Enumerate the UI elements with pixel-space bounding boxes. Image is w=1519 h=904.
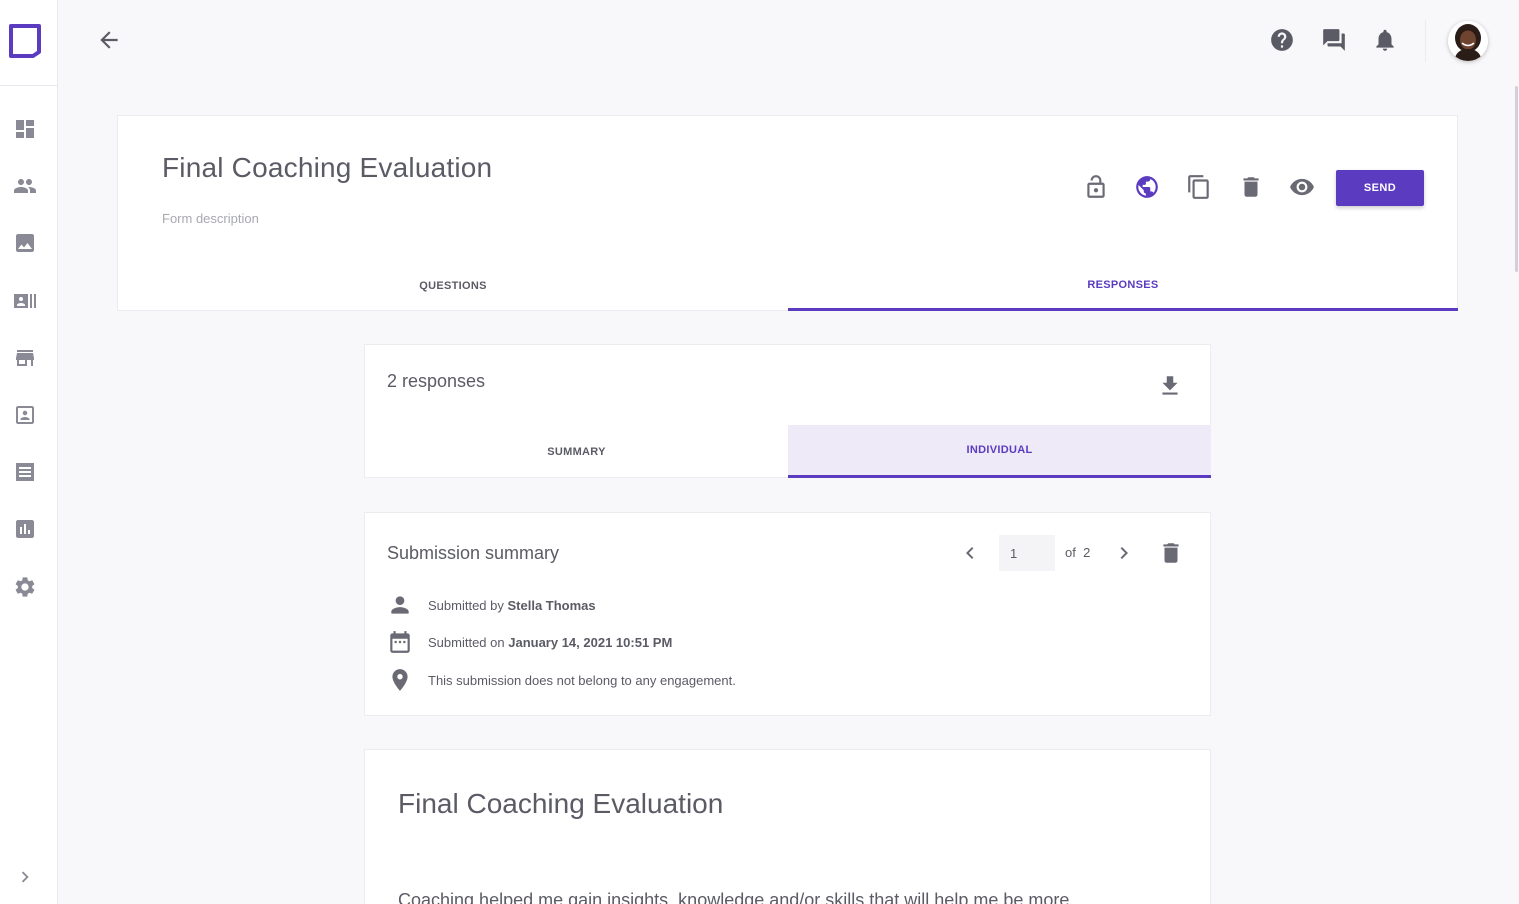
page-scrollbar[interactable] <box>1515 86 1518 272</box>
sidebar-item-reports[interactable] <box>12 516 38 542</box>
submitted-by-row: Submitted by Stella Thomas <box>387 592 596 618</box>
forum-icon <box>1323 29 1345 51</box>
bar-chart-icon <box>16 520 34 538</box>
help-button[interactable] <box>1269 27 1295 53</box>
chevron-right-icon <box>21 871 29 883</box>
portrait-icon <box>16 406 34 424</box>
lock-open-icon <box>1087 175 1105 198</box>
person-icon <box>391 596 409 614</box>
sidebar-item-people[interactable] <box>12 173 38 199</box>
engagement-row: This submission does not belong to any e… <box>387 667 736 693</box>
app-logo[interactable] <box>0 0 57 86</box>
submitted-on-text: Submitted on January 14, 2021 10:51 PM <box>428 635 672 650</box>
sidebar-item-store[interactable] <box>12 345 38 371</box>
tab-summary[interactable]: SUMMARY <box>365 425 788 478</box>
question-text: Coaching helped me gain insights, knowle… <box>398 890 1070 904</box>
sidebar-item-profiles[interactable] <box>12 402 38 428</box>
help-icon <box>1271 29 1293 51</box>
submitter-name: Stella Thomas <box>507 597 596 613</box>
public-button[interactable] <box>1134 174 1160 200</box>
chevron-left-icon <box>966 547 974 559</box>
submission-summary-title: Submission summary <box>387 543 560 563</box>
trash-icon <box>1243 177 1259 197</box>
responses-card: 2 responses SUMMARY INDIVIDUAL <box>364 344 1211 478</box>
previous-response-button[interactable] <box>958 541 982 565</box>
preview-button[interactable] <box>1289 174 1315 200</box>
form-title[interactable]: Final Coaching Evaluation <box>162 152 492 184</box>
chevron-right-icon <box>1120 547 1128 559</box>
preview-form-title: Final Coaching Evaluation <box>398 788 724 819</box>
submitted-by-prefix: Submitted by <box>428 597 504 613</box>
lock-button[interactable] <box>1083 174 1109 200</box>
contact-card-icon <box>14 294 36 308</box>
download-icon <box>1162 376 1178 395</box>
response-preview-card: Final Coaching Evaluation Coaching helpe… <box>364 749 1211 904</box>
submission-summary-card: Submission summary of 2 Submitted by Ste… <box>364 512 1211 716</box>
submitted-by-text: Submitted by Stella Thomas <box>428 598 596 613</box>
avatar-icon <box>1448 21 1488 61</box>
submitted-on-prefix: Submitted on <box>428 634 505 650</box>
gear-icon <box>15 577 35 597</box>
sidebar-item-settings[interactable] <box>12 574 38 600</box>
messages-button[interactable] <box>1321 27 1347 53</box>
delete-form-button[interactable] <box>1238 174 1264 200</box>
user-avatar[interactable] <box>1448 21 1488 61</box>
pager-total: of 2 <box>1065 545 1090 560</box>
responses-count: 2 responses <box>387 371 486 391</box>
tab-questions[interactable]: QUESTIONS <box>118 261 788 311</box>
pager-total-count: 2 <box>1083 545 1091 560</box>
people-icon <box>14 179 36 193</box>
delete-response-button[interactable] <box>1158 540 1184 566</box>
tab-responses[interactable]: RESPONSES <box>788 261 1458 311</box>
trash-icon <box>1163 543 1179 563</box>
next-response-button[interactable] <box>1112 541 1136 565</box>
receipt-icon <box>16 463 34 481</box>
sidebar-item-media[interactable] <box>12 230 38 256</box>
sidebar-item-records[interactable] <box>12 459 38 485</box>
logo-icon <box>9 24 41 58</box>
engagement-text: This submission does not belong to any e… <box>428 672 736 688</box>
send-button[interactable]: SEND <box>1336 170 1424 206</box>
download-responses-button[interactable] <box>1157 373 1183 399</box>
sidebar-item-dashboard[interactable] <box>12 116 38 142</box>
eye-icon <box>1290 178 1314 196</box>
response-number-input[interactable] <box>999 535 1055 571</box>
submitted-on-row: Submitted on January 14, 2021 10:51 PM <box>387 629 672 655</box>
tab-individual[interactable]: INDIVIDUAL <box>788 425 1211 478</box>
duplicate-button[interactable] <box>1186 174 1212 200</box>
sidebar-expand-button[interactable] <box>14 866 36 888</box>
bell-icon <box>1376 29 1394 51</box>
arrow-left-icon <box>100 31 118 49</box>
copy-icon <box>1188 175 1209 199</box>
store-icon <box>16 350 34 366</box>
pager-of-label: of <box>1065 545 1076 560</box>
globe-icon <box>1136 176 1158 198</box>
notifications-button[interactable] <box>1372 27 1398 53</box>
form-header-card: Final Coaching Evaluation Form descripti… <box>117 115 1458 311</box>
sidebar <box>0 0 58 904</box>
submitted-on-date: January 14, 2021 10:51 PM <box>508 634 673 650</box>
dashboard-icon <box>16 120 34 138</box>
location-pin-icon <box>392 669 408 691</box>
topbar-divider <box>1425 20 1426 62</box>
back-button[interactable] <box>96 27 122 53</box>
sidebar-item-contacts[interactable] <box>12 288 38 314</box>
image-icon <box>16 234 34 252</box>
calendar-icon <box>390 631 410 653</box>
form-description[interactable]: Form description <box>162 211 259 226</box>
